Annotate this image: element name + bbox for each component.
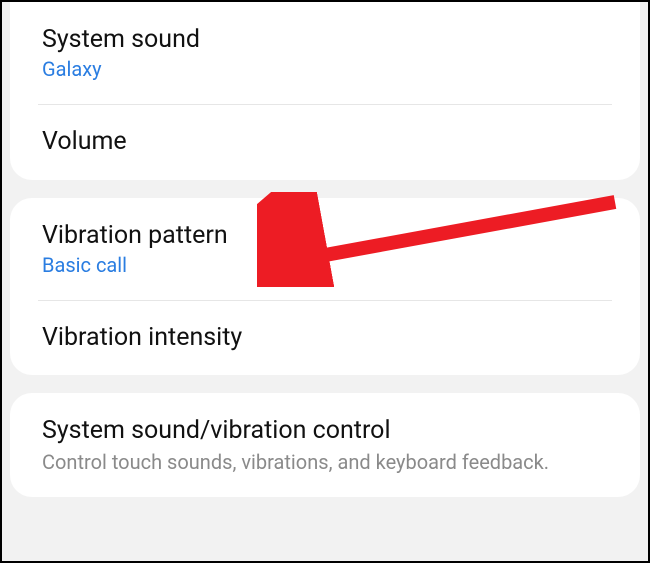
setting-value: Basic call: [42, 253, 612, 278]
setting-item-vibration-pattern[interactable]: Vibration pattern Basic call: [10, 198, 640, 300]
setting-description: Control touch sounds, vibrations, and ke…: [42, 450, 612, 475]
setting-item-system-sound[interactable]: System sound Galaxy: [10, 2, 640, 104]
settings-group-vibration: Vibration pattern Basic call Vibration i…: [10, 198, 640, 376]
setting-item-volume[interactable]: Volume: [10, 104, 640, 179]
settings-group-system-control: System sound/vibration control Control t…: [10, 393, 640, 497]
setting-value: Galaxy: [42, 57, 612, 82]
setting-item-vibration-intensity[interactable]: Vibration intensity: [10, 300, 640, 375]
setting-title: Vibration intensity: [42, 322, 612, 353]
setting-title: System sound/vibration control: [42, 415, 612, 446]
setting-item-system-sound-vibration-control[interactable]: System sound/vibration control Control t…: [10, 393, 640, 497]
setting-title: Vibration pattern: [42, 220, 612, 251]
settings-group-sound: System sound Galaxy Volume: [10, 2, 640, 180]
setting-title: Volume: [42, 126, 612, 157]
setting-title: System sound: [42, 24, 612, 55]
